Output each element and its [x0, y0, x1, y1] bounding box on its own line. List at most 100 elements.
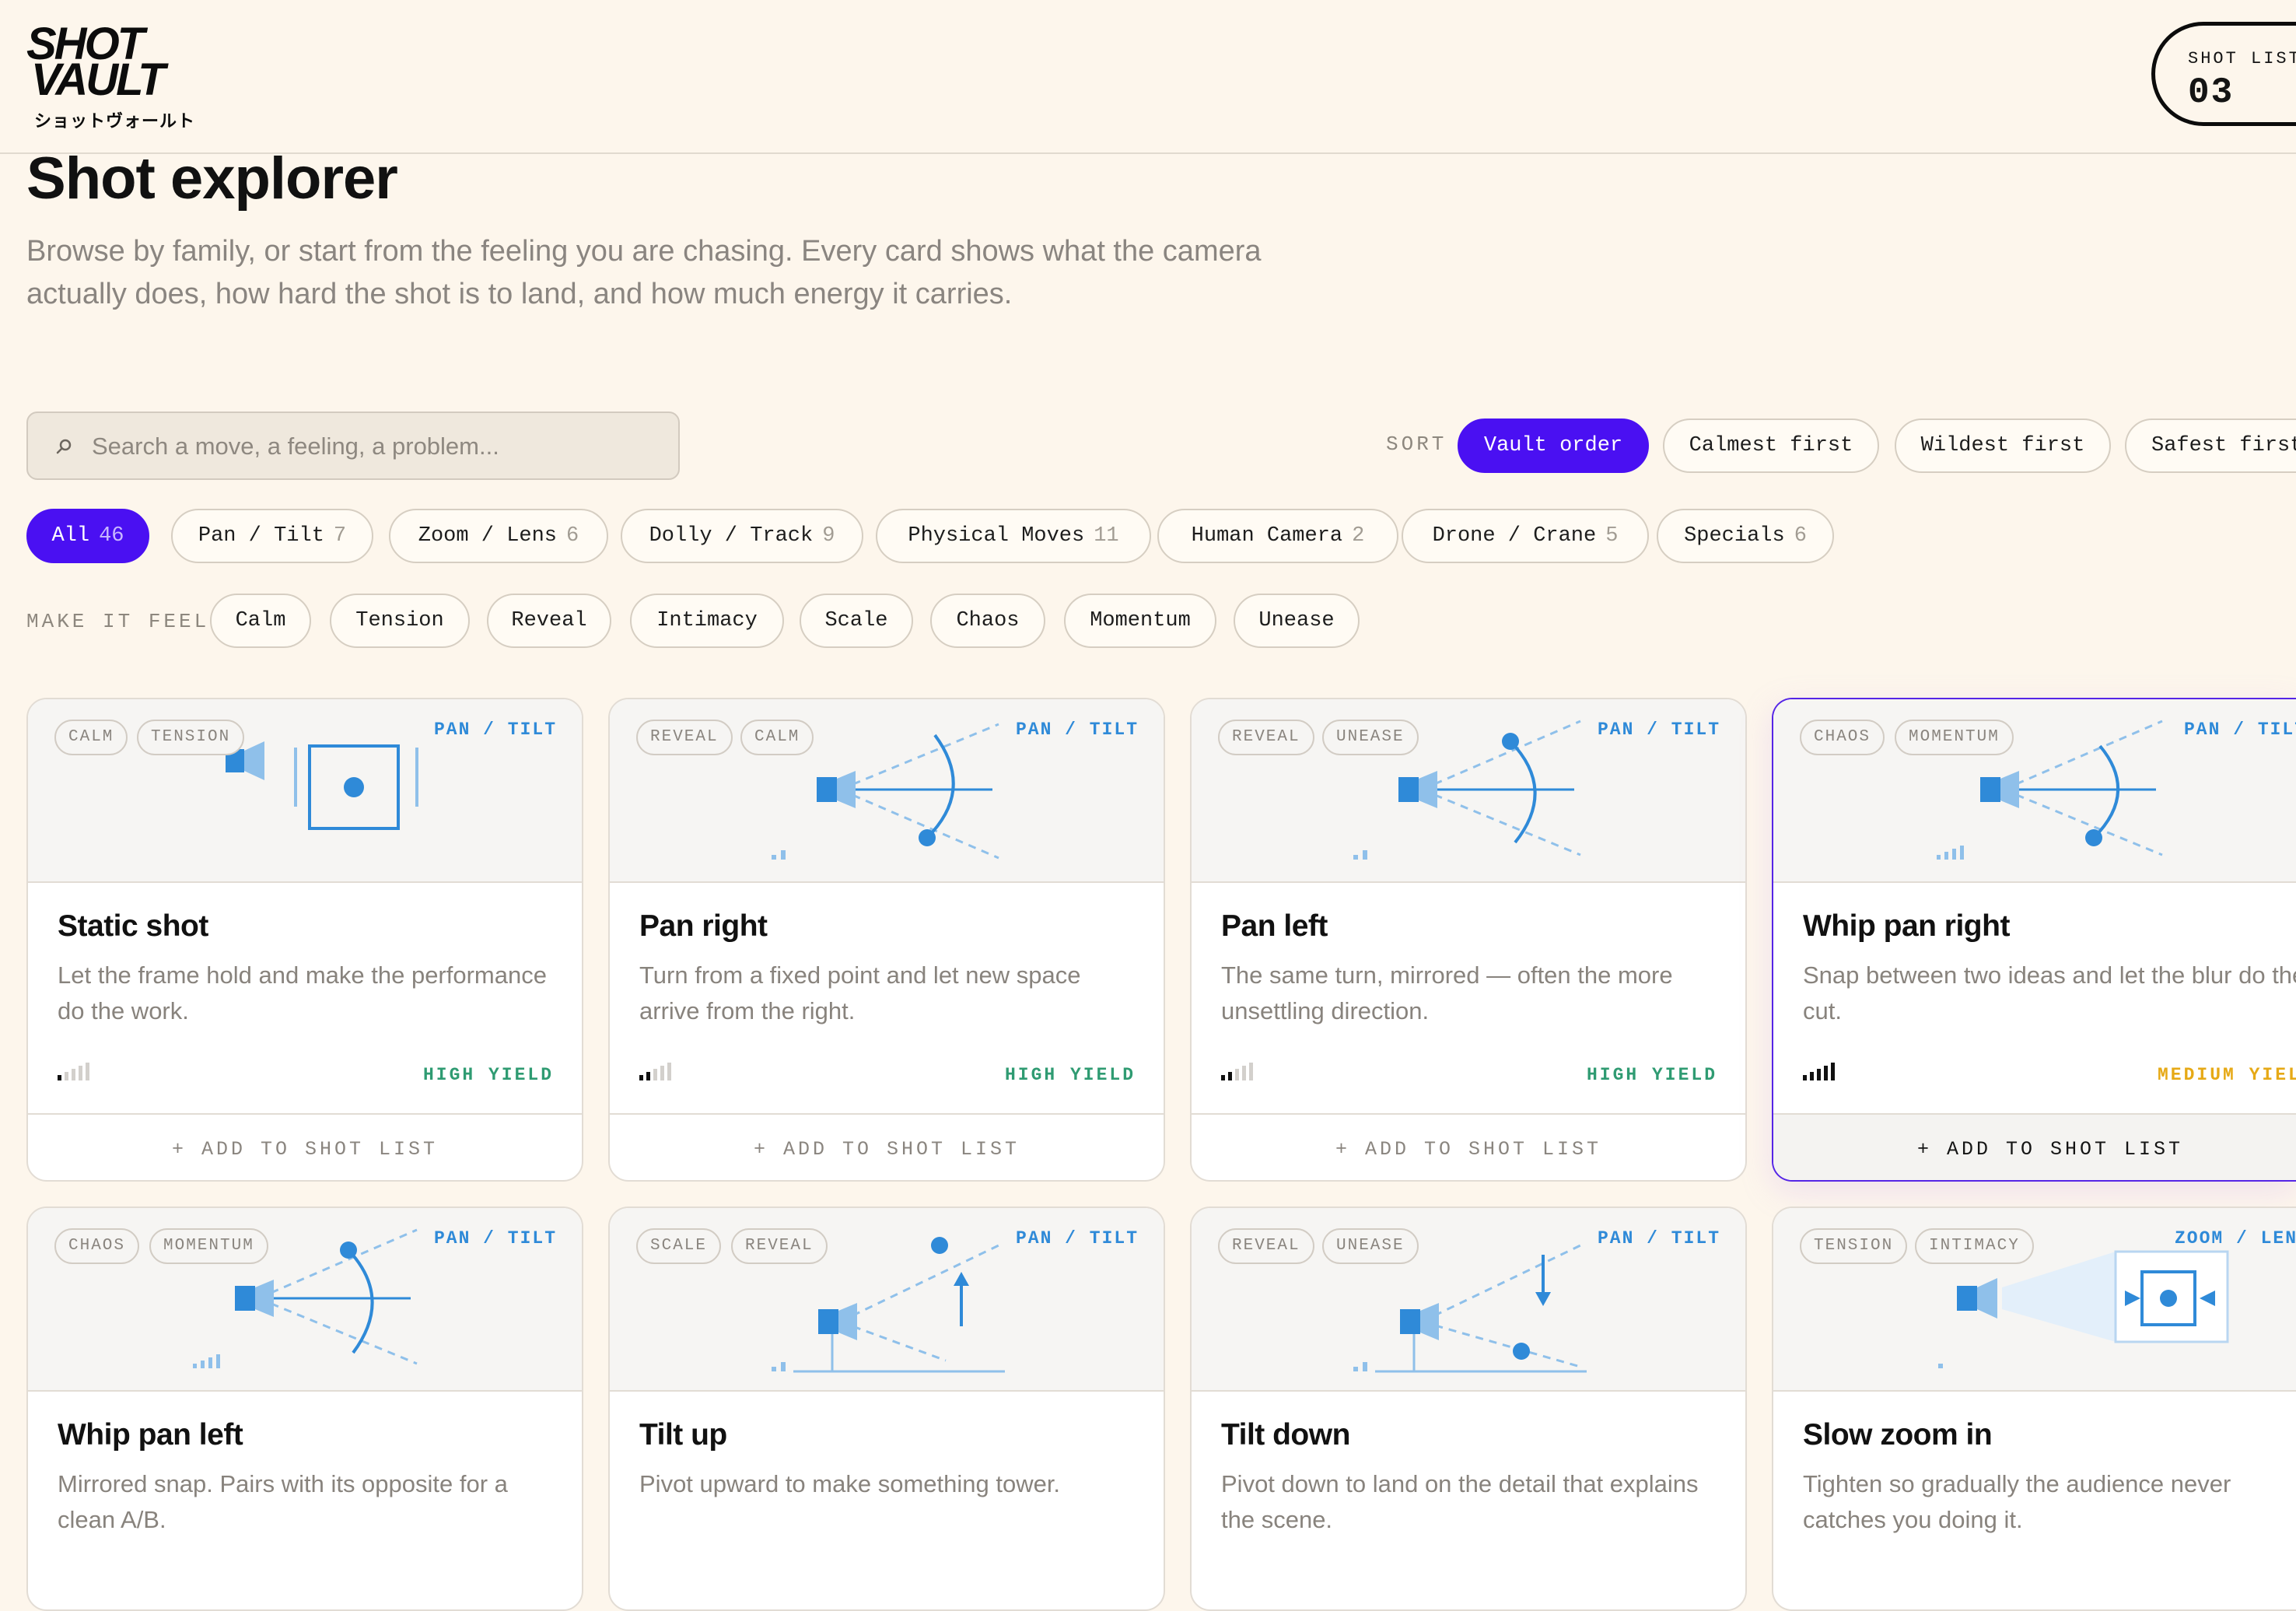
feel-momentum[interactable]: Momentum — [1064, 594, 1216, 648]
shot-card-whip-pan-right[interactable]: CHAOS MOMENTUM PAN / TILT Whip pan right… — [1772, 698, 2296, 1182]
family-filter-all[interactable]: All 46 — [26, 509, 149, 563]
family-filter-count: 6 — [566, 524, 579, 548]
sort-calmest-first[interactable]: Calmest first — [1663, 419, 1879, 473]
sort-safest-first[interactable]: Safest first — [2125, 419, 2296, 473]
card-title: Slow zoom in — [1803, 1418, 1993, 1452]
card-tag: REVEAL — [636, 720, 733, 755]
sort-wildest-first[interactable]: Wildest first — [1895, 419, 2111, 473]
feel-chaos[interactable]: Chaos — [930, 594, 1045, 648]
card-tag: UNEASE — [1322, 1228, 1419, 1264]
add-to-shot-list-button[interactable]: + ADD TO SHOT LIST — [610, 1115, 1164, 1180]
family-filter-pan-tilt[interactable]: Pan / Tilt 7 — [171, 509, 373, 563]
card-tag: REVEAL — [731, 1228, 828, 1264]
family-filter-dolly-track[interactable]: Dolly / Track 9 — [621, 509, 863, 563]
family-filter-specials[interactable]: Specials 6 — [1657, 509, 1834, 563]
shot-card-tilt-down[interactable]: REVEAL UNEASE PAN / TILT Tilt down Pivot… — [1190, 1206, 1747, 1611]
shot-card-tilt-up[interactable]: SCALE REVEAL PAN / TILT Tilt up Pivot up… — [608, 1206, 1165, 1611]
difficulty-meter-icon — [1803, 1063, 1835, 1080]
card-tag: TENSION — [137, 720, 245, 755]
card-footer: + ADD TO SHOT LIST — [610, 1113, 1164, 1180]
card-tag: INTIMACY — [1915, 1228, 2034, 1264]
card-footer: + ADD TO SHOT LIST — [1192, 1113, 1745, 1180]
card-family: PAN / TILT — [1015, 720, 1139, 740]
card-diagram-area: REVEAL CALM PAN / TILT — [610, 699, 1164, 883]
yield-badge: MEDIUM YIELD — [2158, 1065, 2296, 1085]
family-filter-human-camera[interactable]: Human Camera 2 — [1157, 509, 1398, 563]
card-tag: MOMENTUM — [149, 1228, 268, 1264]
card-family: PAN / TILT — [1015, 1228, 1139, 1249]
card-diagram-area: CHAOS MOMENTUM PAN / TILT — [1773, 699, 2296, 883]
card-diagram-area: SCALE REVEAL PAN / TILT — [610, 1208, 1164, 1392]
card-tag: TENSION — [1800, 1228, 1908, 1264]
card-title: Whip pan right — [1803, 909, 2010, 943]
family-filter-count: 7 — [333, 524, 347, 548]
add-to-shot-list-button[interactable]: + ADD TO SHOT LIST — [1773, 1115, 2296, 1180]
page-description: Browse by family, or start from the feel… — [26, 235, 1262, 310]
family-filter-count: 5 — [1605, 524, 1619, 548]
card-description: Mirrored snap. Pairs with its opposite f… — [58, 1470, 508, 1533]
feel-tension[interactable]: Tension — [330, 594, 470, 648]
card-diagram-area: CHAOS MOMENTUM PAN / TILT — [28, 1208, 582, 1392]
card-family: ZOOM / LENS — [2175, 1228, 2296, 1249]
search-box[interactable] — [26, 412, 680, 480]
shot-list-button[interactable]: SHOT LIST 03 — [2151, 22, 2296, 126]
shot-card-whip-pan-left[interactable]: CHAOS MOMENTUM PAN / TILT Whip pan left … — [26, 1206, 583, 1611]
shot-card-slow-zoom-in[interactable]: TENSION INTIMACY ZOOM / LENS Slow zoom i… — [1772, 1206, 2296, 1611]
shot-vault-logo[interactable]: SHOT VAULT ショットヴォールト — [26, 20, 194, 134]
card-description: Snap between two ideas and let the blur … — [1803, 961, 2296, 1024]
card-tag: REVEAL — [1218, 1228, 1314, 1264]
top-bar: SHOT VAULT ショットヴォールト SHOT LIST 03 — [0, 0, 2296, 154]
card-title: Pan right — [639, 909, 768, 943]
card-tag: REVEAL — [1218, 720, 1314, 755]
card-tag: UNEASE — [1322, 720, 1419, 755]
card-family: PAN / TILT — [1597, 1228, 1720, 1249]
card-description: The same turn, mirrored — often the more… — [1221, 961, 1673, 1024]
shot-card-pan-right[interactable]: REVEAL CALM PAN / TILT Pan right Turn fr… — [608, 698, 1165, 1182]
family-filter-label: Pan / Tilt — [198, 524, 324, 548]
family-filter-physical-moves[interactable]: Physical Moves 11 — [876, 509, 1151, 563]
make-it-feel-label: MAKE IT FEEL — [26, 610, 210, 633]
family-filter-count: 9 — [822, 524, 835, 548]
card-description: Pivot upward to make something tower. — [639, 1470, 1061, 1497]
card-description: Tighten so gradually the audience never … — [1803, 1470, 2231, 1533]
card-footer: + ADD TO SHOT LIST — [1773, 1113, 2296, 1180]
feel-scale[interactable]: Scale — [800, 594, 913, 648]
shot-card-static-shot[interactable]: CALM TENSION PAN / TILT Static shot Let … — [26, 698, 583, 1182]
card-diagram-area: REVEAL UNEASE PAN / TILT — [1192, 1208, 1745, 1392]
logo-wordmark-vault: VAULT — [31, 54, 166, 105]
family-filter-label: Zoom / Lens — [418, 524, 558, 548]
shot-list-label: SHOT LIST — [2188, 49, 2296, 68]
page-title: Shot explorer — [26, 145, 398, 212]
card-footer: + ADD TO SHOT LIST — [28, 1113, 582, 1180]
add-to-shot-list-button[interactable]: + ADD TO SHOT LIST — [1192, 1115, 1745, 1180]
yield-badge: HIGH YIELD — [1004, 1065, 1136, 1085]
card-title: Tilt down — [1221, 1418, 1350, 1452]
feel-calm[interactable]: Calm — [210, 594, 311, 648]
add-to-shot-list-button[interactable]: + ADD TO SHOT LIST — [28, 1115, 582, 1180]
feel-reveal[interactable]: Reveal — [487, 594, 611, 648]
card-diagram-area: CALM TENSION PAN / TILT — [28, 699, 582, 883]
sort-label: SORT — [1386, 433, 1447, 456]
family-filter-label: Specials — [1684, 524, 1785, 548]
card-family: PAN / TILT — [1597, 720, 1720, 740]
family-filter-label: All — [51, 524, 90, 548]
card-tag: CALM — [54, 720, 128, 755]
search-input[interactable] — [90, 413, 669, 480]
card-tag: CALM — [740, 720, 814, 755]
sort-vault-order[interactable]: Vault order — [1458, 419, 1649, 473]
search-icon — [56, 439, 72, 454]
card-tag: MOMENTUM — [1895, 720, 2014, 755]
family-filter-zoom-lens[interactable]: Zoom / Lens 6 — [389, 509, 608, 563]
family-filter-count: 6 — [1794, 524, 1807, 548]
shot-card-pan-left[interactable]: REVEAL UNEASE PAN / TILT Pan left The sa… — [1190, 698, 1747, 1182]
logo-japanese-text: ショットヴォールト — [34, 111, 196, 131]
yield-badge: HIGH YIELD — [422, 1065, 554, 1085]
feel-intimacy[interactable]: Intimacy — [630, 594, 784, 648]
card-title: Pan left — [1221, 909, 1328, 943]
card-tag: SCALE — [636, 1228, 722, 1264]
difficulty-meter-icon — [1221, 1063, 1253, 1080]
shot-list-count: 03 — [2188, 72, 2235, 113]
family-filter-drone-crane[interactable]: Drone / Crane 5 — [1402, 509, 1649, 563]
family-filter-label: Human Camera — [1191, 524, 1343, 548]
feel-unease[interactable]: Unease — [1234, 594, 1360, 648]
